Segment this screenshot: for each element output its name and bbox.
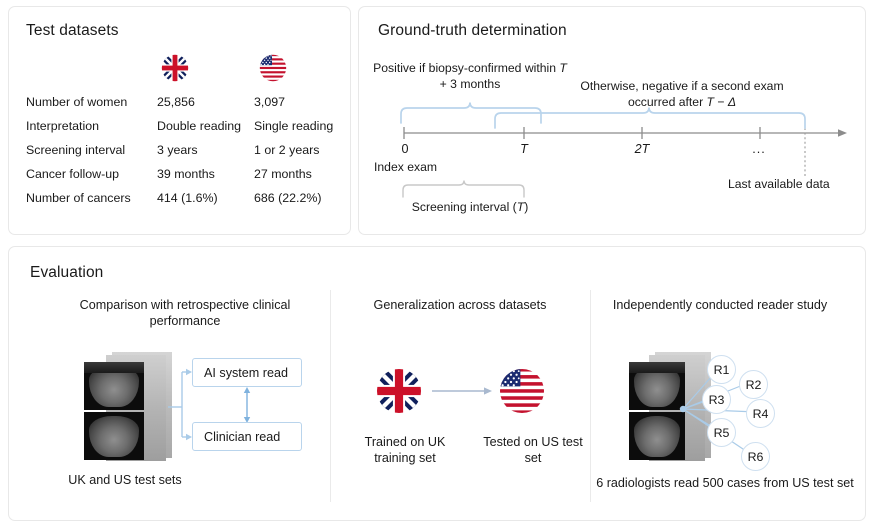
axis-label-ellipsis: ... — [744, 142, 774, 156]
uk-us-test-sets-caption: UK and US test sets — [60, 472, 190, 488]
row-label: Cancer follow-up — [26, 167, 119, 181]
mammogram-image-cc — [629, 362, 685, 410]
row-value-us: 1 or 2 years — [254, 143, 319, 157]
trained-on-caption: Trained on UK training set — [350, 434, 460, 466]
test-datasets-title: Test datasets — [26, 22, 119, 40]
row-value-us: 686 (22.2%) — [254, 191, 322, 205]
section-divider-1 — [330, 290, 331, 502]
axis-label-0: 0 — [390, 142, 420, 156]
reader-circle-r4: R4 — [746, 399, 775, 428]
us-flag-icon — [499, 368, 545, 414]
ai-system-read-box[interactable]: AI system read — [192, 358, 302, 387]
table-row: Number of women 25,856 3,097 — [26, 93, 336, 117]
table-row: Cancer follow-up 39 months 27 months — [26, 165, 336, 189]
tested-on-caption: Tested on US test set — [478, 434, 588, 466]
row-value-uk: 3 years — [157, 143, 198, 157]
section-title-generalization: Generalization across datasets — [370, 297, 550, 313]
table-row: Interpretation Double reading Single rea… — [26, 117, 336, 141]
table-row: Number of cancers 414 (1.6%) 686 (22.2%) — [26, 189, 336, 213]
row-value-uk: Double reading — [157, 119, 241, 133]
row-value-us: Single reading — [254, 119, 333, 133]
axis-label-T: T — [509, 142, 539, 156]
table-row: Screening interval 3 years 1 or 2 years — [26, 141, 336, 165]
row-label: Number of women — [26, 95, 127, 109]
us-flag-icon — [259, 54, 287, 82]
row-value-uk: 25,856 — [157, 95, 195, 109]
mammogram-stack-right — [629, 352, 715, 464]
negative-criterion-caption: Otherwise, negative if a second exam occ… — [556, 78, 808, 110]
screening-interval-caption: Screening interval (T) — [380, 199, 560, 215]
reader-circle-r5: R5 — [707, 418, 736, 447]
row-value-uk: 39 months — [157, 167, 215, 181]
uk-flag-icon — [161, 54, 189, 82]
uk-flag-icon — [376, 368, 422, 414]
section-title-comparison: Comparison with retrospective clinical p… — [70, 297, 300, 329]
axis-label-2T: 2T — [627, 142, 657, 156]
reader-circle-r6: R6 — [741, 442, 770, 471]
mammogram-image-mlo — [629, 412, 685, 460]
positive-criterion-caption: Positive if biopsy-confirmed within T + … — [372, 60, 568, 92]
row-label: Screening interval — [26, 143, 125, 157]
mammogram-image-cc — [84, 362, 144, 410]
clinician-read-box[interactable]: Clinician read — [192, 422, 302, 451]
mammogram-image-mlo — [84, 412, 144, 460]
mammogram-stack-left — [84, 352, 176, 464]
reader-circle-r2: R2 — [739, 370, 768, 399]
evaluation-title: Evaluation — [30, 264, 103, 282]
reader-circle-r3: R3 — [702, 385, 731, 414]
datasets-table: Number of women 25,856 3,097 Interpretat… — [26, 93, 336, 213]
section-title-reader-study: Independently conducted reader study — [600, 297, 840, 313]
row-label: Interpretation — [26, 119, 99, 133]
section-divider-2 — [590, 290, 591, 502]
row-label: Number of cancers — [26, 191, 131, 205]
row-value-us: 3,097 — [254, 95, 285, 109]
ground-truth-title: Ground-truth determination — [378, 22, 567, 40]
reader-study-caption: 6 radiologists read 500 cases from US te… — [595, 475, 855, 491]
row-value-us: 27 months — [254, 167, 312, 181]
last-available-data-label: Last available data — [728, 177, 830, 191]
row-value-uk: 414 (1.6%) — [157, 191, 218, 205]
index-exam-label: Index exam — [374, 160, 437, 174]
reader-circle-r1: R1 — [707, 355, 736, 384]
